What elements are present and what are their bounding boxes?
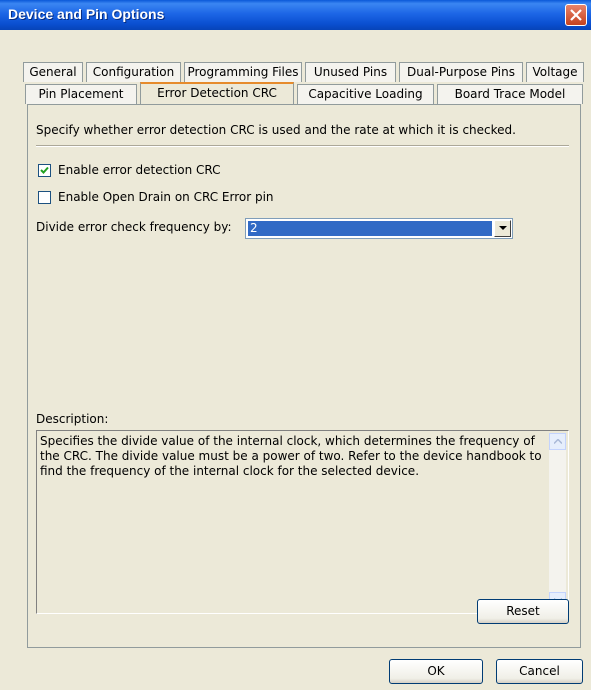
description-text: Specifies the divide value of the intern… <box>40 434 542 478</box>
title-bar[interactable]: Device and Pin Options <box>0 0 591 30</box>
scroll-up-button[interactable] <box>549 433 566 450</box>
tab-capacitive-loading[interactable]: Capacitive Loading <box>297 84 434 104</box>
enable-crc-label[interactable]: Enable error detection CRC <box>58 163 221 177</box>
divide-select-value: 2 <box>248 221 492 236</box>
separator <box>36 145 569 147</box>
tab-dual-purpose-pins[interactable]: Dual-Purpose Pins <box>399 62 523 82</box>
tab-general[interactable]: General <box>23 62 83 82</box>
description-box[interactable]: Specifies the divide value of the intern… <box>36 430 569 614</box>
tab-pin-placement[interactable]: Pin Placement <box>25 84 137 104</box>
tab-error-detection-crc[interactable]: Error Detection CRC <box>140 82 294 104</box>
checkmark-icon <box>40 166 49 174</box>
description-scrollbar[interactable] <box>549 433 566 609</box>
chevron-down-icon <box>498 226 507 230</box>
chevron-up-icon <box>553 439 562 444</box>
dropdown-arrow-button[interactable] <box>494 220 511 237</box>
tab-board-trace-model[interactable]: Board Trace Model <box>437 84 583 104</box>
instruction-text: Specify whether error detection CRC is u… <box>36 123 516 137</box>
close-button[interactable] <box>565 4 587 26</box>
ok-button[interactable]: OK <box>389 659 483 684</box>
cancel-button[interactable]: Cancel <box>496 659 583 684</box>
reset-button[interactable]: Reset <box>477 599 569 624</box>
enable-crc-checkbox[interactable] <box>38 164 51 177</box>
tab-voltage[interactable]: Voltage <box>526 62 584 82</box>
description-label: Description: <box>36 412 109 426</box>
tab-configuration[interactable]: Configuration <box>86 62 181 82</box>
open-drain-label[interactable]: Enable Open Drain on CRC Error pin <box>58 190 274 204</box>
tab-unused-pins[interactable]: Unused Pins <box>305 62 396 82</box>
divide-select[interactable]: 2 <box>245 218 513 239</box>
divide-label: Divide error check frequency by: <box>36 220 232 234</box>
close-icon <box>570 9 582 21</box>
open-drain-checkbox[interactable] <box>38 191 51 204</box>
window-title: Device and Pin Options <box>8 6 165 22</box>
tab-programming-files[interactable]: Programming Files <box>184 62 302 82</box>
